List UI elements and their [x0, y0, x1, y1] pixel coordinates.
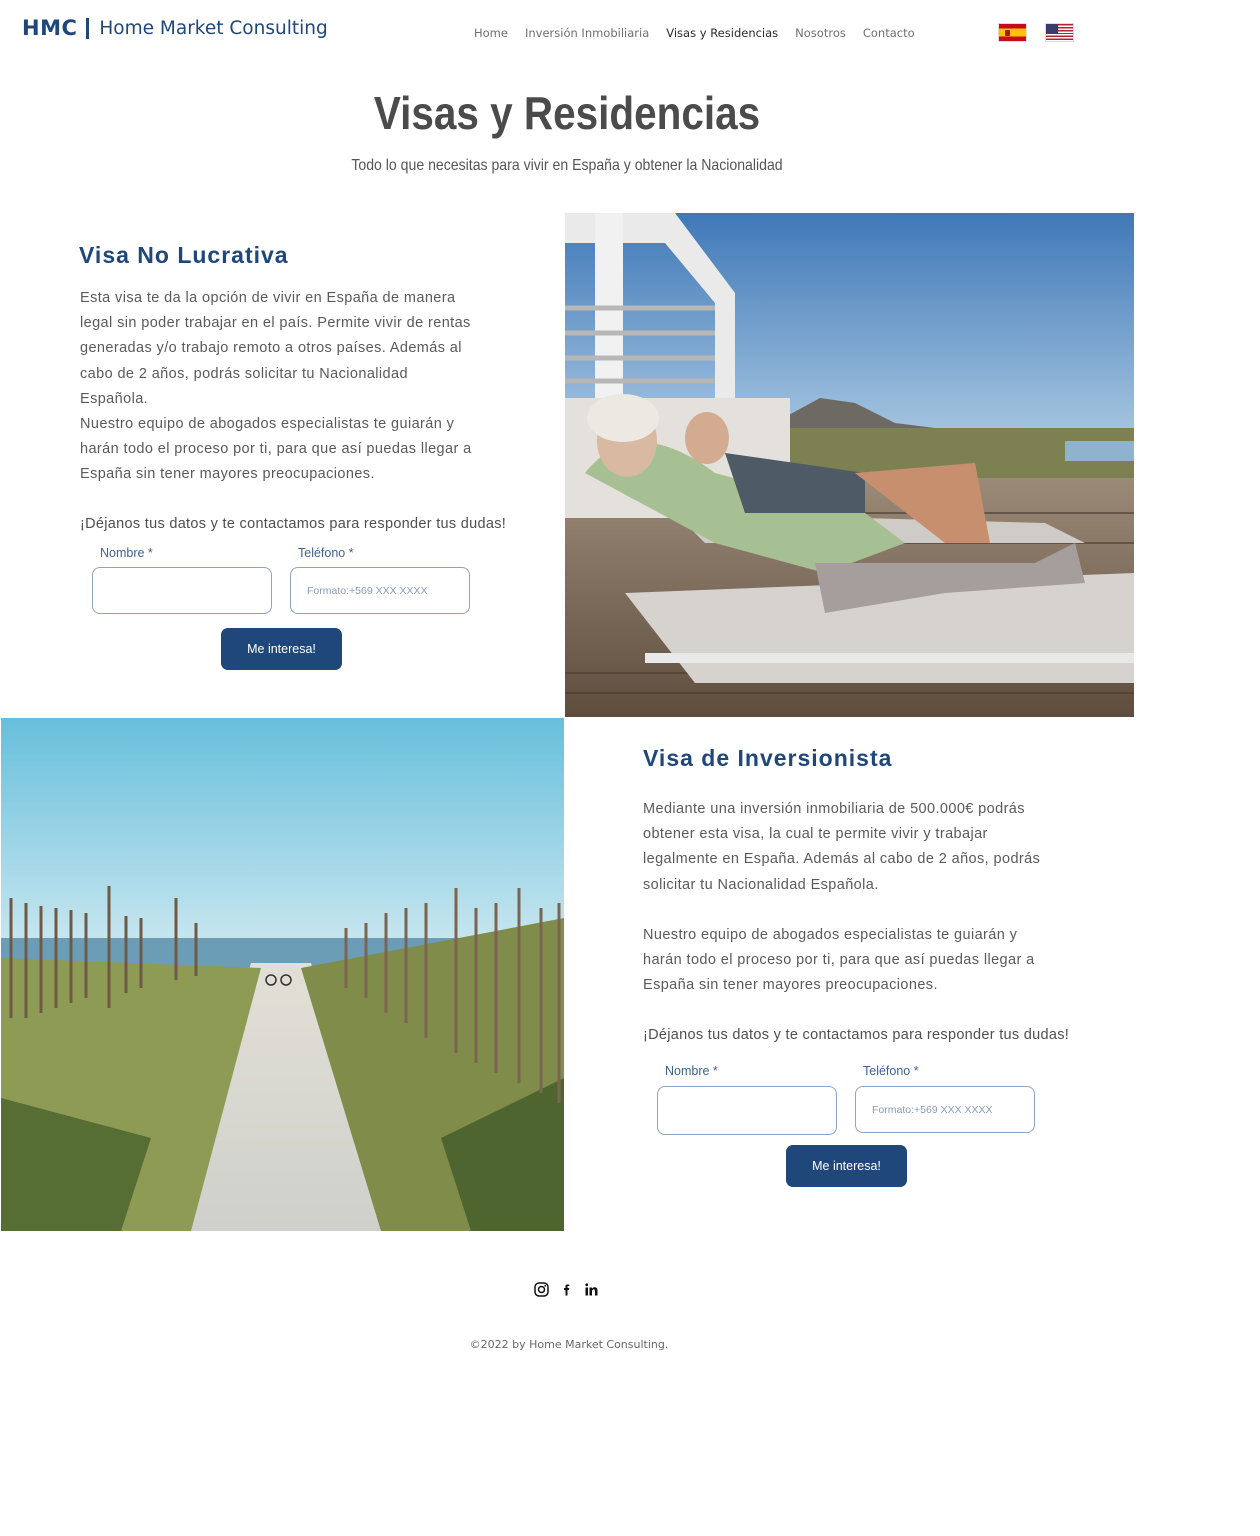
spain-flag-emblem [1005, 30, 1010, 36]
usa-flag-icon[interactable] [1045, 23, 1074, 42]
me-interesa-button-2[interactable]: Me interesa! [786, 1145, 907, 1187]
visa-inversionista-cta: ¡Déjanos tus datos y te contactamos para… [643, 1027, 1070, 1043]
visa-no-lucrativa-cta: ¡Déjanos tus datos y te contactamos para… [80, 516, 507, 532]
logo-text: Home Market Consulting [99, 17, 328, 39]
social-links [534, 1282, 599, 1297]
nav-home[interactable]: Home [474, 26, 508, 40]
phone-label: Teléfono * [298, 546, 354, 560]
visa-inversionista-paragraph-1: Mediante una inversión inmobiliaria de 5… [643, 801, 1041, 893]
visa-inversionista-title: Visa de Inversionista [643, 745, 893, 771]
seniors-relaxing-photo [565, 213, 1134, 717]
linkedin-icon[interactable] [584, 1282, 599, 1297]
page-subtitle: Todo lo que necesitas para vivir en Espa… [351, 157, 783, 174]
spain-flag-icon[interactable] [998, 23, 1027, 42]
nav-inversion-inmobiliaria[interactable]: Inversión Inmobiliaria [525, 26, 649, 40]
beach-path-photo [1, 718, 564, 1231]
phone-input-2[interactable] [855, 1086, 1035, 1133]
name-input[interactable] [92, 567, 272, 614]
instagram-icon[interactable] [534, 1282, 549, 1297]
visa-inversionista-paragraph-2: Nuestro equipo de abogados especialistas… [643, 927, 1035, 994]
visa-no-lucrativa-paragraph-1: Esta visa te da la opción de vivir en Es… [80, 290, 471, 407]
usa-flag-canton [1046, 24, 1058, 34]
name-label: Nombre * [100, 546, 153, 560]
logo-mark: HMC [22, 16, 78, 40]
main-nav: Home Inversión Inmobiliaria Visas y Resi… [474, 26, 915, 40]
site-logo[interactable]: HMC Home Market Consulting [22, 16, 328, 40]
me-interesa-button[interactable]: Me interesa! [221, 628, 342, 670]
visa-no-lucrativa-paragraph-2: Nuestro equipo de abogados especialistas… [80, 416, 472, 483]
phone-label-2: Teléfono * [863, 1064, 919, 1078]
nav-nosotros[interactable]: Nosotros [795, 26, 846, 40]
phone-input[interactable] [290, 567, 470, 614]
visa-no-lucrativa-title: Visa No Lucrativa [79, 242, 289, 268]
nav-contacto[interactable]: Contacto [863, 26, 915, 40]
name-input-2[interactable] [657, 1086, 837, 1135]
nav-visas-residencias[interactable]: Visas y Residencias [666, 26, 778, 40]
facebook-icon[interactable] [559, 1282, 574, 1297]
page-title: Visas y Residencias [373, 87, 761, 139]
name-label-2: Nombre * [665, 1064, 718, 1078]
copyright: ©2022 by Home Market Consulting. [469, 1338, 669, 1351]
logo-divider [86, 17, 90, 39]
